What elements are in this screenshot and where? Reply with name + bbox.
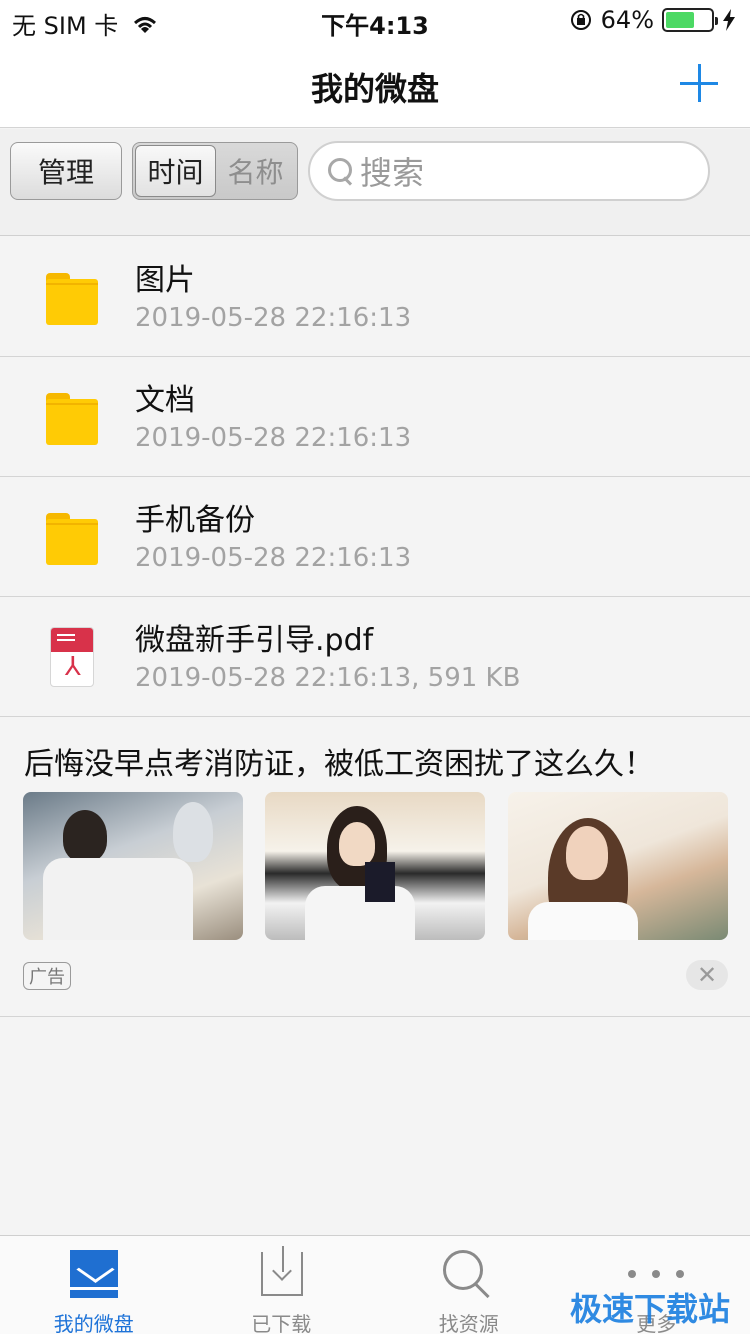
download-icon (261, 1246, 303, 1296)
battery-percent: 64% (600, 6, 654, 34)
file-meta: 2019-05-28 22:16:13 (135, 423, 412, 453)
rotation-lock-icon (570, 10, 591, 30)
search-icon (326, 156, 356, 186)
page-title: 我的微盘 (310, 70, 439, 108)
ad-banner[interactable]: 后悔没早点考消防证，被低工资困扰了这么久！ 广告 ✕ (0, 717, 750, 1017)
toolbar: 管理 时间 名称 搜索 (0, 129, 750, 236)
search-icon (443, 1250, 493, 1300)
folder-icon (46, 513, 98, 565)
close-icon[interactable]: ✕ (686, 960, 728, 990)
status-bar: 无 SIM 卡 下午4:13 64% (0, 0, 750, 40)
disk-icon (70, 1250, 118, 1298)
search-placeholder: 搜索 (360, 154, 425, 192)
file-meta: 2019-05-28 22:16:13 (135, 303, 412, 333)
sort-by-name[interactable]: 名称 (216, 145, 295, 197)
list-item[interactable]: ⅄ 微盘新手引导.pdf 2019-05-28 22:16:13, 591 KB (0, 597, 750, 717)
tab-label: 找资源 (438, 1312, 499, 1334)
file-name: 图片 (135, 263, 195, 298)
sort-by-time[interactable]: 时间 (135, 145, 216, 197)
search-input[interactable]: 搜索 (308, 141, 710, 201)
tab-my-disk[interactable]: 我的微盘 (0, 1236, 188, 1334)
tab-label: 已下载 (251, 1312, 312, 1334)
list-item[interactable]: 手机备份 2019-05-28 22:16:13 (0, 477, 750, 597)
charging-icon (723, 9, 735, 31)
list-item[interactable]: 文档 2019-05-28 22:16:13 (0, 357, 750, 477)
file-name: 手机备份 (135, 503, 255, 538)
ad-image[interactable] (508, 792, 728, 940)
ad-headline: 后悔没早点考消防证，被低工资困扰了这么久！ (24, 747, 654, 782)
battery-icon (662, 8, 718, 32)
folder-icon (46, 273, 98, 325)
ad-label: 广告 (23, 962, 71, 990)
pdf-file-icon: ⅄ (46, 627, 98, 687)
more-icon (628, 1270, 684, 1278)
ad-image[interactable] (265, 792, 485, 940)
sort-segmented-control: 时间 名称 (132, 142, 298, 200)
file-meta: 2019-05-28 22:16:13 (135, 543, 412, 573)
ad-image[interactable] (23, 792, 243, 940)
manage-button[interactable]: 管理 (10, 142, 122, 200)
nav-bar: 我的微盘 (0, 40, 750, 128)
file-list: 图片 2019-05-28 22:16:13 文档 2019-05-28 22:… (0, 237, 750, 717)
file-name: 微盘新手引导.pdf (135, 623, 374, 658)
add-icon[interactable] (680, 64, 720, 104)
watermark: 极速下载站 (569, 1290, 730, 1328)
file-meta: 2019-05-28 22:16:13, 591 KB (135, 663, 521, 693)
list-item[interactable]: 图片 2019-05-28 22:16:13 (0, 237, 750, 357)
file-name: 文档 (135, 383, 195, 418)
folder-icon (46, 393, 98, 445)
tab-label: 我的微盘 (53, 1312, 134, 1334)
